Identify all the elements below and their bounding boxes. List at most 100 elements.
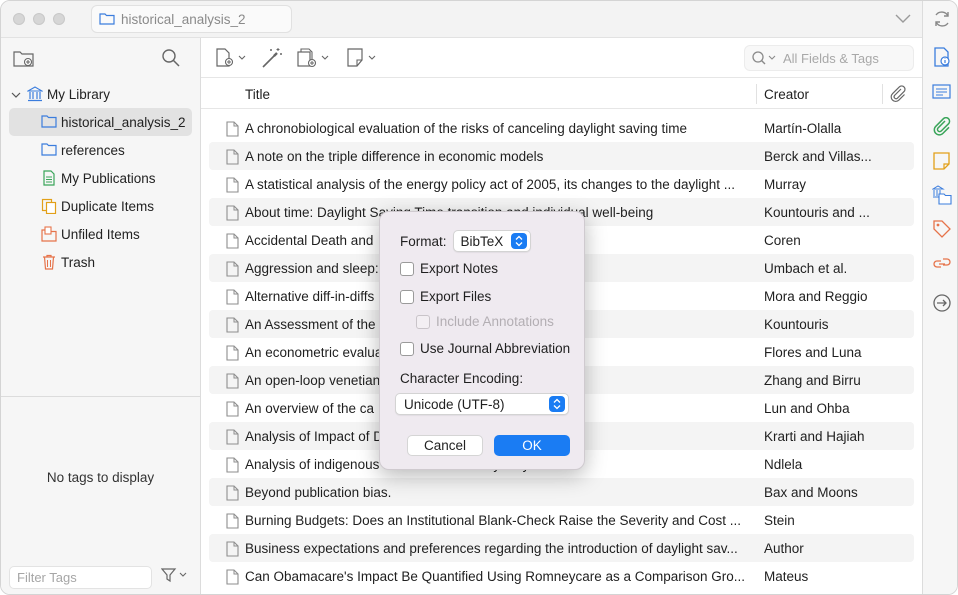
- sidebar-item-label: Unfiled Items: [61, 226, 140, 242]
- item-search-field[interactable]: [744, 45, 957, 71]
- item-title: A note on the triple difference in econo…: [245, 149, 544, 164]
- tags-section-icon[interactable]: [932, 219, 952, 242]
- table-row[interactable]: A statistical analysis of the energy pol…: [209, 170, 914, 198]
- document-icon: [226, 205, 239, 224]
- sidebar-item-historical-analysis-2[interactable]: historical_analysis_2: [9, 108, 192, 136]
- export-notes-row[interactable]: Export Notes: [400, 261, 498, 276]
- journal-abbreviation-label: Use Journal Abbreviation: [420, 341, 571, 356]
- abstract-section-icon[interactable]: [932, 83, 952, 104]
- item-title: A chronobiological evaluation of the ris…: [245, 121, 688, 136]
- export-files-checkbox[interactable]: [400, 289, 414, 304]
- item-creator: Mateus: [764, 569, 809, 584]
- sidebar-item-unfiled-items[interactable]: Unfiled Items: [1, 220, 200, 248]
- filter-tags-input[interactable]: [10, 567, 151, 588]
- journal-abbreviation-row[interactable]: Use Journal Abbreviation: [400, 341, 570, 356]
- table-row[interactable]: Burning Budgets: Does an Institutional B…: [209, 506, 914, 534]
- filter-tags-field[interactable]: [9, 566, 152, 589]
- encoding-value: Unicode (UTF-8): [404, 396, 505, 412]
- locate-icon[interactable]: [932, 293, 952, 316]
- include-annotations-checkbox: [416, 314, 430, 329]
- sidebar-item-label: My Publications: [61, 170, 156, 186]
- item-creator: Kountouris: [764, 317, 829, 332]
- export-notes-checkbox[interactable]: [400, 261, 414, 276]
- table-row[interactable]: Can Obamacare's Impact Be Quantified Usi…: [209, 562, 914, 590]
- table-row[interactable]: Beyond publication bias. Bax and Moons: [209, 478, 914, 506]
- document-icon: [226, 373, 239, 392]
- table-row[interactable]: A chronobiological evaluation of the ris…: [209, 114, 914, 142]
- add-attachment-icon[interactable]: [297, 48, 333, 71]
- sidebar-item-references[interactable]: references: [1, 136, 200, 164]
- chevron-down-icon[interactable]: [11, 87, 25, 102]
- notes-section-icon[interactable]: [932, 151, 952, 174]
- tag-filter-menu-button[interactable]: [160, 567, 187, 586]
- document-icon: [226, 429, 239, 448]
- document-icon: [226, 121, 239, 140]
- info-section-icon[interactable]: [932, 47, 952, 70]
- journal-abbreviation-checkbox[interactable]: [400, 341, 414, 356]
- sidebar-item-duplicate-items[interactable]: Duplicate Items: [1, 192, 200, 220]
- app-window: historical_analysis_2 My Library histori…: [0, 0, 958, 595]
- chevron-down-icon[interactable]: [894, 11, 912, 28]
- related-section-icon[interactable]: [932, 253, 952, 276]
- export-files-row[interactable]: Export Files: [400, 289, 491, 304]
- encoding-label-row: Character Encoding:: [400, 371, 523, 386]
- library-icon: [27, 86, 43, 102]
- minimize-window-button[interactable]: [33, 13, 45, 25]
- close-window-button[interactable]: [13, 13, 25, 25]
- search-icon[interactable]: [161, 48, 181, 71]
- item-creator: Bax and Moons: [764, 485, 858, 500]
- table-row[interactable]: Business expectations and preferences re…: [209, 534, 914, 562]
- attachment-column-icon[interactable]: [889, 85, 907, 106]
- item-title: Beyond publication bias.: [245, 485, 392, 500]
- item-creator: Author: [764, 541, 804, 556]
- format-select[interactable]: BibTeX: [452, 230, 532, 252]
- document-icon: [226, 485, 239, 504]
- libraries-collections-icon[interactable]: [931, 185, 952, 208]
- zoom-window-button[interactable]: [53, 13, 65, 25]
- document-icon: [226, 317, 239, 336]
- funnel-icon: [160, 568, 187, 586]
- column-header-title[interactable]: Title: [245, 87, 270, 102]
- column-header-creator[interactable]: Creator: [764, 87, 809, 102]
- table-row[interactable]: A note on the triple difference in econo…: [209, 142, 914, 170]
- column-divider[interactable]: [756, 84, 757, 104]
- ok-button[interactable]: OK: [494, 435, 570, 456]
- sidebar-item-my-publications[interactable]: My Publications: [1, 164, 200, 192]
- items-table-header: Title Creator: [201, 79, 922, 109]
- cancel-button[interactable]: Cancel: [407, 435, 483, 456]
- encoding-select[interactable]: Unicode (UTF-8): [395, 393, 569, 415]
- magic-wand-icon[interactable]: [261, 47, 283, 72]
- item-creator: Martín-Olalla: [764, 121, 842, 136]
- document-icon: [226, 569, 239, 588]
- sidebar-item-my-library[interactable]: My Library: [1, 80, 200, 108]
- sidebar-item-label: Trash: [61, 254, 96, 270]
- item-creator: Coren: [764, 233, 801, 248]
- collection-tab[interactable]: historical_analysis_2: [91, 5, 292, 33]
- new-item-icon[interactable]: [215, 48, 249, 71]
- title-bar: historical_analysis_2: [1, 1, 922, 38]
- search-mode-icon[interactable]: [751, 50, 777, 66]
- no-tags-message: No tags to display: [46, 470, 155, 485]
- attachments-section-icon[interactable]: [932, 116, 952, 140]
- item-creator: Murray: [764, 177, 807, 192]
- item-creator: Stein: [764, 513, 795, 528]
- duplicate-icon: [41, 198, 57, 214]
- column-divider[interactable]: [882, 84, 883, 104]
- document-icon: [226, 345, 239, 364]
- items-toolbar: [201, 38, 957, 78]
- encoding-label: Character Encoding:: [400, 371, 524, 386]
- collection-tree: My Library historical_analysis_2 referen…: [1, 80, 200, 276]
- document-icon: [226, 149, 239, 168]
- folder-icon: [41, 142, 57, 158]
- new-note-icon[interactable]: [347, 48, 381, 71]
- publications-icon: [41, 170, 57, 186]
- include-annotations-label: Include Annotations: [436, 314, 554, 329]
- document-icon: [226, 177, 239, 196]
- sync-icon[interactable]: [932, 9, 952, 32]
- sidebar-item-trash[interactable]: Trash: [1, 248, 200, 276]
- item-creator: Krarti and Hajiah: [764, 429, 865, 444]
- new-collection-icon[interactable]: [13, 48, 35, 71]
- tab-label: historical_analysis_2: [121, 11, 246, 27]
- unfiled-icon: [41, 226, 57, 242]
- item-pane-sidenav: [922, 1, 957, 594]
